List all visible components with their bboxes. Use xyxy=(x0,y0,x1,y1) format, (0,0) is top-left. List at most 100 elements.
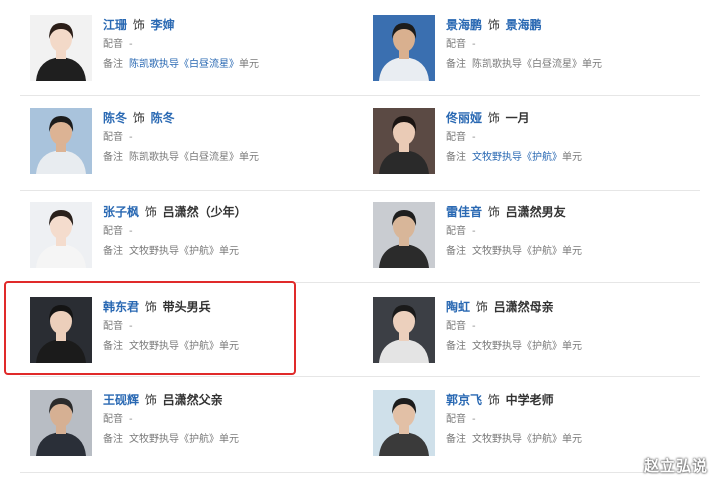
note-line: 备注 文牧野执导《护航》单元 xyxy=(446,430,706,450)
role-name: 吕潇然母亲 xyxy=(493,300,554,314)
portrait-image xyxy=(373,390,435,456)
cast-card: 张子枫 饰 吕潇然（少年） 配音 - 备注 文牧野执导《护航》单元 xyxy=(30,202,370,282)
dub-value: - xyxy=(129,39,133,50)
note-label: 备注 xyxy=(446,434,466,445)
note-text: 文牧野执导《护航》单元 xyxy=(129,434,239,445)
note-suffix: 单元 xyxy=(562,152,582,163)
actor-photo[interactable] xyxy=(30,202,92,268)
dub-line: 配音 - xyxy=(103,35,363,55)
note-label: 备注 xyxy=(103,152,123,163)
cast-card: 佟丽娅 饰 一月 配音 - 备注 文牧野执导《护航》单元 xyxy=(373,108,713,188)
note-label: 备注 xyxy=(446,59,466,70)
note-label: 备注 xyxy=(446,341,466,352)
actor-name-link[interactable]: 张子枫 xyxy=(103,205,139,219)
note-text: 文牧野执导《护航》单元 xyxy=(472,246,582,257)
actor-name-link[interactable]: 佟丽娅 xyxy=(446,111,482,125)
cast-info: 张子枫 饰 吕潇然（少年） 配音 - 备注 文牧野执导《护航》单元 xyxy=(103,202,363,262)
note-line: 备注 文牧野执导《护航》单元 xyxy=(103,242,363,262)
name-line: 张子枫 饰 吕潇然（少年） xyxy=(103,202,363,222)
dub-value: - xyxy=(472,414,476,425)
note-link[interactable]: 陈凯歌执导《白昼流星》 xyxy=(129,59,239,70)
actor-name-link[interactable]: 陶虹 xyxy=(446,300,470,314)
actor-name-link[interactable]: 景海鹏 xyxy=(446,18,482,32)
note-suffix: 单元 xyxy=(239,59,259,70)
note-line: 备注 文牧野执导《护航》单元 xyxy=(446,337,706,357)
as-label: 饰 xyxy=(484,205,504,219)
actor-name-link[interactable]: 王砚辉 xyxy=(103,393,139,407)
note-line: 备注 文牧野执导《护航》单元 xyxy=(103,430,363,450)
as-label: 饰 xyxy=(472,300,492,314)
dub-label: 配音 xyxy=(446,414,466,425)
as-label: 饰 xyxy=(129,111,149,125)
role-name: 一月 xyxy=(505,111,530,125)
name-line: 陶虹 饰 吕潇然母亲 xyxy=(446,297,706,317)
cast-card: 江珊 饰 李婶 配音 - 备注 陈凯歌执导《白昼流星》单元 xyxy=(30,15,370,95)
actor-name-link[interactable]: 陈冬 xyxy=(103,111,127,125)
dub-line: 配音 - xyxy=(103,410,363,430)
actor-photo[interactable] xyxy=(373,390,435,456)
role-name[interactable]: 景海鹏 xyxy=(506,18,542,32)
dub-line: 配音 - xyxy=(446,128,706,148)
role-name[interactable]: 陈冬 xyxy=(151,111,175,125)
note-text: 文牧野执导《护航》单元 xyxy=(472,434,582,445)
note-text: 文牧野执导《护航》单元 xyxy=(129,246,239,257)
dub-line: 配音 - xyxy=(446,410,706,430)
cast-info: 郭京飞 饰 中学老师 配音 - 备注 文牧野执导《护航》单元 xyxy=(446,390,706,450)
cast-info: 陶虹 饰 吕潇然母亲 配音 - 备注 文牧野执导《护航》单元 xyxy=(446,297,706,357)
note-label: 备注 xyxy=(446,246,466,257)
dub-line: 配音 - xyxy=(446,317,706,337)
cast-card: 王砚辉 饰 吕潇然父亲 配音 - 备注 文牧野执导《护航》单元 xyxy=(30,390,370,470)
name-line: 郭京飞 饰 中学老师 xyxy=(446,390,706,410)
actor-name-link[interactable]: 江珊 xyxy=(103,18,127,32)
note-label: 备注 xyxy=(103,434,123,445)
actor-name-link[interactable]: 雷佳音 xyxy=(446,205,482,219)
row-divider xyxy=(20,472,700,473)
as-label: 饰 xyxy=(141,205,161,219)
dub-label: 配音 xyxy=(103,226,123,237)
name-line: 雷佳音 饰 吕潇然男友 xyxy=(446,202,706,222)
actor-photo[interactable] xyxy=(373,15,435,81)
actor-name-link[interactable]: 郭京飞 xyxy=(446,393,482,407)
note-label: 备注 xyxy=(103,246,123,257)
portrait-image xyxy=(30,15,92,81)
role-name: 吕潇然父亲 xyxy=(162,393,223,407)
dub-label: 配音 xyxy=(446,39,466,50)
actor-photo[interactable] xyxy=(373,108,435,174)
row-divider xyxy=(20,190,700,191)
note-line: 备注 陈凯歌执导《白昼流星》单元 xyxy=(103,55,363,75)
watermark: 赵立弘说 xyxy=(643,457,708,475)
highlight-box xyxy=(4,281,296,375)
dub-label: 配音 xyxy=(446,226,466,237)
note-line: 备注 文牧野执导《护航》单元 xyxy=(446,148,706,168)
note-line: 备注 陈凯歌执导《白昼流星》单元 xyxy=(446,55,706,75)
dub-value: - xyxy=(472,226,476,237)
note-link[interactable]: 文牧野执导《护航》 xyxy=(472,152,562,163)
role-name: 吕潇然（少年） xyxy=(162,205,247,219)
portrait-image xyxy=(373,15,435,81)
as-label: 饰 xyxy=(484,18,504,32)
dub-line: 配音 - xyxy=(446,35,706,55)
portrait-image xyxy=(30,108,92,174)
dub-label: 配音 xyxy=(446,321,466,332)
actor-photo[interactable] xyxy=(30,15,92,81)
cast-info: 佟丽娅 饰 一月 配音 - 备注 文牧野执导《护航》单元 xyxy=(446,108,706,168)
note-line: 备注 陈凯歌执导《白昼流星》单元 xyxy=(103,148,363,168)
actor-photo[interactable] xyxy=(30,390,92,456)
role-name[interactable]: 李婶 xyxy=(151,18,175,32)
as-label: 饰 xyxy=(141,393,161,407)
cast-info: 雷佳音 饰 吕潇然男友配音 - 备注 文牧野执导《护航》单元 xyxy=(446,202,706,262)
dub-label: 配音 xyxy=(103,39,123,50)
name-line: 陈冬 饰 陈冬 xyxy=(103,108,363,128)
portrait-image xyxy=(373,297,435,363)
actor-photo[interactable] xyxy=(373,202,435,268)
dub-value: - xyxy=(472,321,476,332)
cast-info: 江珊 饰 李婶 配音 - 备注 陈凯歌执导《白昼流星》单元 xyxy=(103,15,363,75)
portrait-image xyxy=(373,108,435,174)
actor-photo[interactable] xyxy=(30,108,92,174)
note-label: 备注 xyxy=(103,59,123,70)
name-line: 王砚辉 饰 吕潇然父亲 xyxy=(103,390,363,410)
cast-info: 王砚辉 饰 吕潇然父亲 配音 - 备注 文牧野执导《护航》单元 xyxy=(103,390,363,450)
actor-photo[interactable] xyxy=(373,297,435,363)
cast-info: 景海鹏 饰 景海鹏配音 - 备注 陈凯歌执导《白昼流星》单元 xyxy=(446,15,706,75)
as-label: 饰 xyxy=(129,18,149,32)
